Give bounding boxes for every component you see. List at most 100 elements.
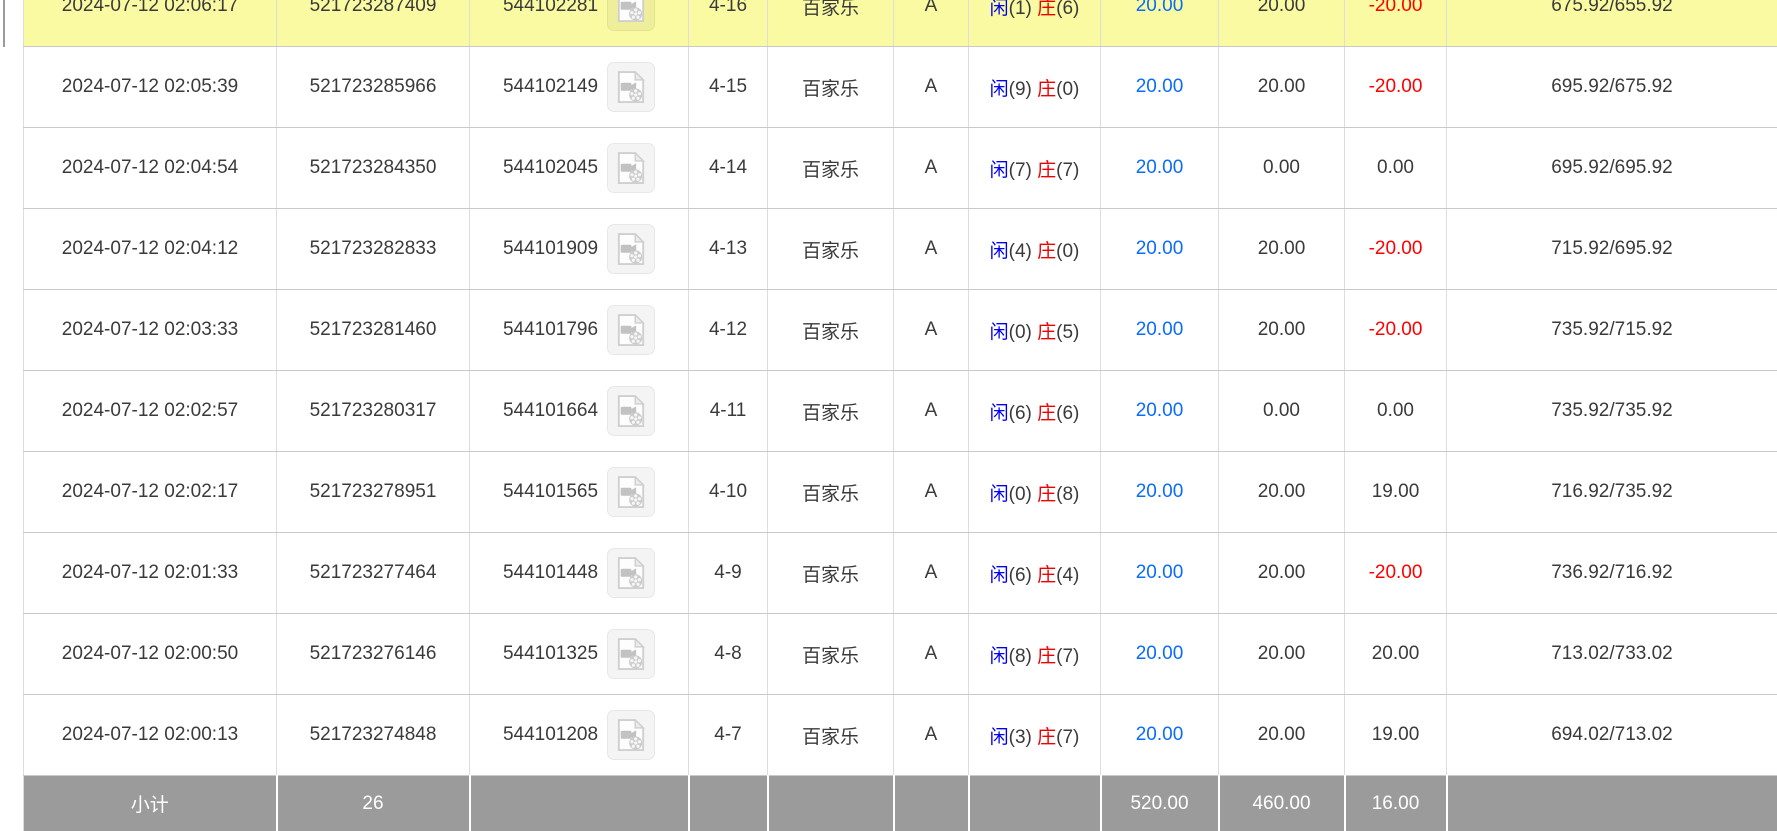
cell-valid-bet: 20.00 <box>1219 614 1345 695</box>
video-record-document-icon <box>616 0 646 22</box>
cell-win-loss: -20.00 <box>1345 209 1447 290</box>
video-record-document-icon <box>616 638 646 670</box>
cell-win-loss: 19.00 <box>1345 695 1447 776</box>
table-row[interactable]: 2024-07-12 02:00:50521723276146544101325… <box>24 614 1777 695</box>
video-playback-button[interactable] <box>607 305 655 355</box>
subtotal-label: 小计 <box>24 776 277 831</box>
cell-valid-bet: 20.00 <box>1219 0 1345 47</box>
table-row[interactable]: 2024-07-12 02:04:54521723284350544102045… <box>24 128 1777 209</box>
cell-bet-time: 2024-07-12 02:06:17 <box>24 0 277 47</box>
cell-table-code: A <box>894 452 969 533</box>
game-id-inner: 544101208 <box>472 710 686 760</box>
video-playback-button[interactable] <box>607 710 655 760</box>
cell-balance: 735.92/735.92 <box>1447 371 1777 452</box>
table-row[interactable]: 2024-07-12 02:05:39521723285966544102149… <box>24 47 1777 128</box>
table-row[interactable]: 2024-07-12 02:04:12521723282833544101909… <box>24 209 1777 290</box>
bet-amount-link[interactable]: 20.00 <box>1136 562 1184 583</box>
cell-bet-amount: 20.00 <box>1101 128 1219 209</box>
cell-win-loss: -20.00 <box>1345 533 1447 614</box>
cell-balance: 695.92/695.92 <box>1447 128 1777 209</box>
game-id-text: 544101664 <box>503 400 598 422</box>
video-record-document-icon <box>616 395 646 427</box>
bet-amount-link[interactable]: 20.00 <box>1136 0 1184 16</box>
game-id-inner: 544102149 <box>472 62 686 112</box>
video-playback-button[interactable] <box>607 629 655 679</box>
result-banker-label: 庄 <box>1037 0 1056 19</box>
table-row[interactable]: 2024-07-12 02:02:57521723280317544101664… <box>24 371 1777 452</box>
result-player-label: 闲 <box>990 484 1009 505</box>
video-playback-button[interactable] <box>607 224 655 274</box>
cell-bet-amount: 20.00 <box>1101 695 1219 776</box>
table-row[interactable]: 2024-07-12 02:02:17521723278951544101565… <box>24 452 1777 533</box>
table-row[interactable]: 2024-07-12 02:03:33521723281460544101796… <box>24 290 1777 371</box>
bet-amount-link[interactable]: 20.00 <box>1136 481 1184 502</box>
cell-bet-amount: 20.00 <box>1101 209 1219 290</box>
cell-result: 闲(0) 庄(8) <box>969 452 1101 533</box>
cell-game-name: 百家乐 <box>768 614 894 695</box>
subtotal-empty-table <box>894 776 969 831</box>
game-id-text: 544101208 <box>503 724 598 746</box>
game-id-inner: 544101565 <box>472 467 686 517</box>
subtotal-empty-game <box>768 776 894 831</box>
cell-bet-amount: 20.00 <box>1101 533 1219 614</box>
result-player-label: 闲 <box>990 565 1009 586</box>
cell-game-id: 544101448 <box>470 533 689 614</box>
cell-order-id: 521723277464 <box>277 533 470 614</box>
cell-order-id: 521723284350 <box>277 128 470 209</box>
cell-round: 4-13 <box>689 209 768 290</box>
table-row[interactable]: 2024-07-12 02:01:33521723277464544101448… <box>24 533 1777 614</box>
cell-order-id: 521723285966 <box>277 47 470 128</box>
cell-game-name: 百家乐 <box>768 290 894 371</box>
result-banker-label: 庄 <box>1037 727 1056 748</box>
cell-balance: 713.02/733.02 <box>1447 614 1777 695</box>
bet-history-viewport[interactable]: 2024-07-12 02:06:17521723287409544102281… <box>23 0 1777 831</box>
bet-amount-link[interactable]: 20.00 <box>1136 238 1184 259</box>
video-record-document-icon <box>616 152 646 184</box>
video-playback-button[interactable] <box>607 62 655 112</box>
subtotal-empty-balance <box>1447 776 1777 831</box>
video-playback-button[interactable] <box>607 0 655 31</box>
cell-result: 闲(7) 庄(7) <box>969 128 1101 209</box>
cell-valid-bet: 20.00 <box>1219 452 1345 533</box>
cell-balance: 735.92/715.92 <box>1447 290 1777 371</box>
cell-result: 闲(6) 庄(4) <box>969 533 1101 614</box>
cell-game-name: 百家乐 <box>768 452 894 533</box>
result-player-label: 闲 <box>990 79 1009 100</box>
result-banker-label: 庄 <box>1037 403 1056 424</box>
result-banker-label: 庄 <box>1037 322 1056 343</box>
table-row[interactable]: 2024-07-12 02:00:13521723274848544101208… <box>24 695 1777 776</box>
bet-amount-link[interactable]: 20.00 <box>1136 724 1184 745</box>
cell-game-id: 544102149 <box>470 47 689 128</box>
video-playback-button[interactable] <box>607 467 655 517</box>
cell-table-code: A <box>894 209 969 290</box>
subtotal-empty-result <box>969 776 1101 831</box>
video-playback-button[interactable] <box>607 548 655 598</box>
cell-game-name: 百家乐 <box>768 371 894 452</box>
cell-result: 闲(4) 庄(0) <box>969 209 1101 290</box>
video-record-document-icon <box>616 557 646 589</box>
table-row[interactable]: 2024-07-12 02:06:17521723287409544102281… <box>24 0 1777 47</box>
bet-amount-link[interactable]: 20.00 <box>1136 643 1184 664</box>
cell-bet-amount: 20.00 <box>1101 47 1219 128</box>
bet-amount-link[interactable]: 20.00 <box>1136 76 1184 97</box>
subtotal-empty-gameid <box>470 776 689 831</box>
game-id-text: 544102149 <box>503 76 598 98</box>
cell-round: 4-11 <box>689 371 768 452</box>
bet-amount-link[interactable]: 20.00 <box>1136 319 1184 340</box>
result-banker-label: 庄 <box>1037 241 1056 262</box>
cell-order-id: 521723274848 <box>277 695 470 776</box>
video-record-document-icon <box>616 476 646 508</box>
bet-amount-link[interactable]: 20.00 <box>1136 400 1184 421</box>
video-playback-button[interactable] <box>607 143 655 193</box>
cell-round: 4-9 <box>689 533 768 614</box>
video-playback-button[interactable] <box>607 386 655 436</box>
cell-game-id: 544101664 <box>470 371 689 452</box>
table-body: 2024-07-12 02:06:17521723287409544102281… <box>24 0 1777 776</box>
cell-table-code: A <box>894 128 969 209</box>
cell-valid-bet: 20.00 <box>1219 695 1345 776</box>
cell-valid-bet: 0.00 <box>1219 128 1345 209</box>
cell-game-name: 百家乐 <box>768 128 894 209</box>
cell-valid-bet: 20.00 <box>1219 209 1345 290</box>
bet-amount-link[interactable]: 20.00 <box>1136 157 1184 178</box>
game-id-inner: 544102045 <box>472 143 686 193</box>
